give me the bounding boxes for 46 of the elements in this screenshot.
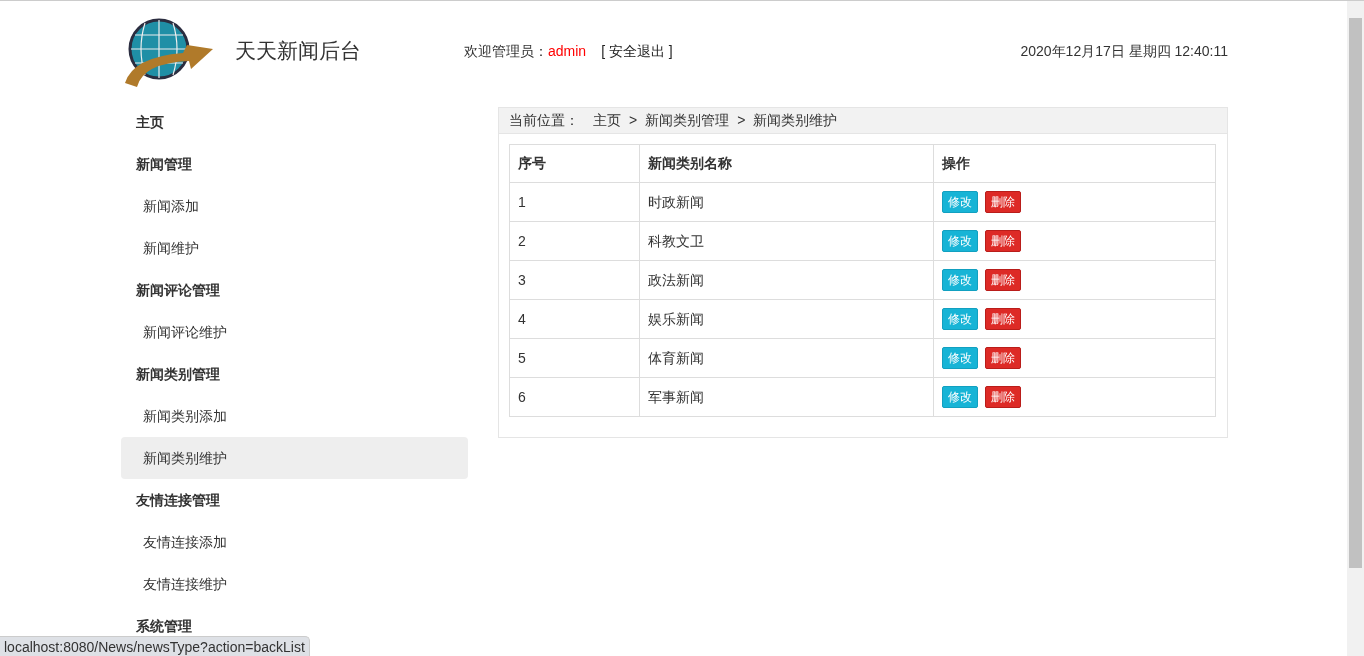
table-cell: 3 <box>509 260 640 300</box>
table-cell: 军事新闻 <box>639 377 934 417</box>
table-cell: 时政新闻 <box>639 182 934 222</box>
username: admin <box>548 41 587 61</box>
status-url-tooltip: localhost:8080/News/newsType?action=backList <box>0 636 310 656</box>
menu-item[interactable]: 新闻类别添加 <box>121 395 468 437</box>
logout-link[interactable]: [ 安全退出 ] <box>601 40 673 62</box>
column-header: 序号 <box>509 144 640 183</box>
table-cell: 5 <box>509 338 640 378</box>
datetime: 2020年12月17日 星期四 12:40:11 <box>1020 41 1228 61</box>
menu-group-label[interactable]: 主页 <box>121 101 468 143</box>
scrollbar-thumb[interactable] <box>1349 18 1362 568</box>
menu-group-label[interactable]: 新闻评论管理 <box>121 269 468 311</box>
column-header: 新闻类别名称 <box>639 144 934 183</box>
delete-button[interactable]: 删除 <box>985 269 1021 291</box>
breadcrumb-link[interactable]: 新闻类别维护 <box>753 110 838 131</box>
column-header: 操作 <box>933 144 1216 183</box>
delete-button[interactable]: 删除 <box>985 191 1021 213</box>
table-cell: 4 <box>509 299 640 339</box>
table-cell: 6 <box>509 377 640 417</box>
table-cell: 政法新闻 <box>639 260 934 300</box>
breadcrumb-link[interactable]: 新闻类别管理 <box>645 110 730 131</box>
breadcrumb-label: 当前位置： <box>509 111 579 130</box>
welcome-label: 欢迎管理员： <box>464 41 548 61</box>
menu-item[interactable]: 新闻添加 <box>121 185 468 227</box>
breadcrumb-link[interactable]: 主页 <box>593 110 621 131</box>
delete-button[interactable]: 删除 <box>985 347 1021 369</box>
table-cell: 娱乐新闻 <box>639 299 934 339</box>
delete-button[interactable]: 删除 <box>985 386 1021 408</box>
breadcrumb-separator: > <box>629 111 638 130</box>
table-cell: 科教文卫 <box>639 221 934 261</box>
table-cell: 1 <box>509 182 640 222</box>
menu-group-label[interactable]: 新闻管理 <box>121 143 468 185</box>
menu-item[interactable]: 新闻维护 <box>121 227 468 269</box>
menu-item[interactable]: 友情连接维护 <box>121 563 468 605</box>
site-title: 天天新闻后台 <box>235 38 361 65</box>
delete-button[interactable]: 删除 <box>985 308 1021 330</box>
menu-item[interactable]: 新闻评论维护 <box>121 311 468 353</box>
menu-item[interactable]: 友情连接添加 <box>121 521 468 563</box>
menu-group-label[interactable]: 友情连接管理 <box>121 479 468 521</box>
breadcrumb-separator: > <box>737 111 746 130</box>
menu-item[interactable]: 新闻类别维护 <box>121 437 468 479</box>
table-cell: 2 <box>509 221 640 261</box>
delete-button[interactable]: 删除 <box>985 230 1021 252</box>
menu-group-label[interactable]: 新闻类别管理 <box>121 353 468 395</box>
table-cell: 体育新闻 <box>639 338 934 378</box>
